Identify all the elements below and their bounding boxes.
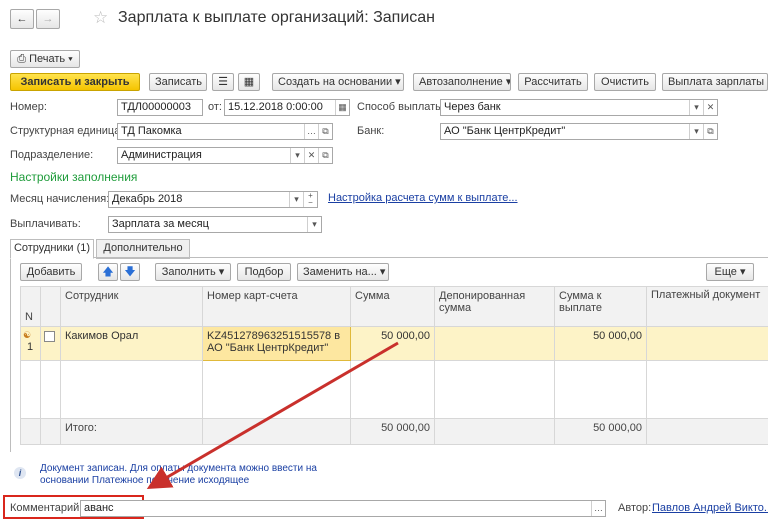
column-header-account[interactable]: Номер карт-счета bbox=[202, 286, 351, 327]
author-link[interactable]: Павлов Андрей Викто... bbox=[652, 502, 768, 514]
list-icon-button[interactable]: ☰ bbox=[212, 73, 234, 91]
structure-icon: ▦ bbox=[243, 76, 255, 88]
table-header-row: N Сотрудник Номер карт-счета Сумма Депон… bbox=[20, 286, 768, 327]
comment-label: Комментарий: bbox=[10, 502, 83, 514]
open-icon[interactable]: ⧉ bbox=[318, 148, 332, 163]
table-row[interactable]: ☯ 1 Какимов Орал KZ451278963251515578 в … bbox=[20, 326, 768, 361]
calendar-icon[interactable]: ▦ bbox=[335, 100, 349, 115]
select-icon[interactable]: … bbox=[304, 124, 318, 139]
column-header-deposited[interactable]: Депонированная сумма bbox=[434, 286, 555, 327]
accrual-month-label: Месяц начисления: bbox=[10, 193, 110, 205]
add-button[interactable]: Добавить bbox=[20, 263, 82, 281]
cell-account[interactable]: KZ451278963251515578 в АО "Банк ЦентрКре… bbox=[202, 326, 351, 361]
chevron-down-icon[interactable]: ▾ bbox=[290, 148, 304, 163]
clear-button[interactable]: Очистить bbox=[594, 73, 656, 91]
info-message: Документ записан. Для оплаты документа м… bbox=[40, 463, 317, 486]
salary-payout-button[interactable]: Выплата зарплаты Р bbox=[662, 73, 768, 91]
division-field[interactable]: Администрация ▾ ✕ ⧉ bbox=[117, 147, 333, 164]
number-field[interactable]: ТДЛ00000003 bbox=[117, 99, 203, 116]
close-icon[interactable]: ✕ bbox=[703, 100, 717, 115]
accrual-month-field[interactable]: Декабрь 2018 ▾ + − bbox=[108, 191, 318, 208]
arrow-right-icon: → bbox=[42, 13, 54, 25]
totals-to-pay: 50 000,00 bbox=[554, 418, 647, 445]
comment-field[interactable]: аванс … bbox=[80, 500, 606, 517]
division-label: Подразделение: bbox=[10, 149, 94, 161]
back-button[interactable]: ← bbox=[10, 9, 34, 29]
arrow-up-icon: 🡅 bbox=[102, 266, 114, 278]
bank-label: Банк: bbox=[357, 125, 385, 137]
pay-label: Выплачивать: bbox=[10, 218, 81, 230]
totals-row: Итого: 50 000,00 50 000,00 bbox=[20, 418, 768, 445]
totals-label: Итого: bbox=[60, 418, 203, 445]
date-field[interactable]: 15.12.2018 0:00:00 ▦ bbox=[224, 99, 350, 116]
create-based-on-button[interactable]: Создать на основании ▾ bbox=[272, 73, 404, 91]
chevron-down-icon[interactable]: ▾ bbox=[307, 217, 321, 232]
close-icon[interactable]: ✕ bbox=[304, 148, 318, 163]
autofill-button[interactable]: Автозаполнение ▾ bbox=[413, 73, 511, 91]
arrow-left-icon: ← bbox=[16, 13, 28, 25]
pay-field[interactable]: Зарплата за месяц ▾ bbox=[108, 216, 322, 233]
column-header-employee[interactable]: Сотрудник bbox=[60, 286, 203, 327]
payment-method-field[interactable]: Через банк ▾ ✕ bbox=[440, 99, 718, 116]
window-title: Зарплата к выплате организаций: Записан bbox=[118, 9, 435, 26]
column-header-payment-doc[interactable]: Платежный документ bbox=[646, 286, 768, 327]
cell-deposited[interactable] bbox=[434, 326, 555, 361]
fill-button[interactable]: Заполнить ▾ bbox=[155, 263, 231, 281]
open-icon[interactable]: ⧉ bbox=[703, 124, 717, 139]
number-label: Номер: bbox=[10, 101, 47, 113]
author-label: Автор: bbox=[618, 502, 652, 514]
column-header-sum[interactable]: Сумма bbox=[350, 286, 435, 327]
column-header-to-pay[interactable]: Сумма к выплате bbox=[554, 286, 647, 327]
structure-icon-button[interactable]: ▦ bbox=[238, 73, 260, 91]
row-checkbox[interactable] bbox=[44, 331, 55, 342]
select-icon[interactable]: … bbox=[591, 501, 605, 516]
cell-sum[interactable]: 50 000,00 bbox=[350, 326, 435, 361]
print-menu-button[interactable]: ⎙ Печать ▾ bbox=[10, 50, 80, 68]
cell-to-pay[interactable]: 50 000,00 bbox=[554, 326, 647, 361]
chevron-down-icon[interactable]: ▾ bbox=[289, 192, 303, 207]
cell-employee[interactable]: Какимов Орал bbox=[60, 326, 203, 361]
chevron-down-icon[interactable]: ▾ bbox=[689, 100, 703, 115]
move-up-button[interactable]: 🡅 bbox=[98, 263, 118, 281]
n-header: N bbox=[20, 286, 41, 327]
stepper-icon[interactable]: + − bbox=[303, 192, 317, 207]
calc-settings-link[interactable]: Настройка расчета сумм к выплате... bbox=[328, 192, 518, 204]
save-and-close-button[interactable]: Записать и закрыть bbox=[10, 73, 140, 91]
employee-icon: ☯ bbox=[23, 330, 32, 340]
row-number: ☯ 1 bbox=[20, 326, 41, 361]
totals-sum: 50 000,00 bbox=[350, 418, 435, 445]
more-button[interactable]: Еще ▾ bbox=[706, 263, 754, 281]
save-button[interactable]: Записать bbox=[149, 73, 207, 91]
cell-payment-doc[interactable] bbox=[646, 326, 768, 361]
printer-icon: ⎙ bbox=[17, 53, 26, 65]
fill-settings-title: Настройки заполнения bbox=[10, 170, 138, 184]
move-down-button[interactable]: 🡇 bbox=[120, 263, 140, 281]
struct-unit-field[interactable]: ТД Пакомка … ⧉ bbox=[117, 123, 333, 140]
bank-field[interactable]: АО "Банк ЦентрКредит" ▾ ⧉ bbox=[440, 123, 718, 140]
tab-additional[interactable]: Дополнительно bbox=[96, 239, 190, 259]
info-icon: i bbox=[14, 467, 26, 479]
struct-unit-label: Структурная единица: bbox=[10, 125, 124, 137]
payment-method-label: Способ выплаты: bbox=[357, 101, 447, 113]
open-icon[interactable]: ⧉ bbox=[318, 124, 332, 139]
replace-button[interactable]: Заменить на... ▾ bbox=[297, 263, 389, 281]
arrow-down-icon: 🡇 bbox=[124, 266, 136, 278]
select-button[interactable]: Подбор bbox=[237, 263, 291, 281]
table-empty-row bbox=[20, 360, 768, 419]
forward-button[interactable]: → bbox=[36, 9, 60, 29]
list-icon: ☰ bbox=[218, 76, 228, 88]
calculate-button[interactable]: Рассчитать bbox=[518, 73, 588, 91]
date-label: от: bbox=[208, 101, 222, 113]
star-icon[interactable]: ☆ bbox=[93, 8, 108, 28]
employees-table: N Сотрудник Номер карт-счета Сумма Депон… bbox=[20, 286, 768, 445]
tab-employees[interactable]: Сотрудники (1) bbox=[10, 239, 94, 259]
chevron-down-icon[interactable]: ▾ bbox=[689, 124, 703, 139]
